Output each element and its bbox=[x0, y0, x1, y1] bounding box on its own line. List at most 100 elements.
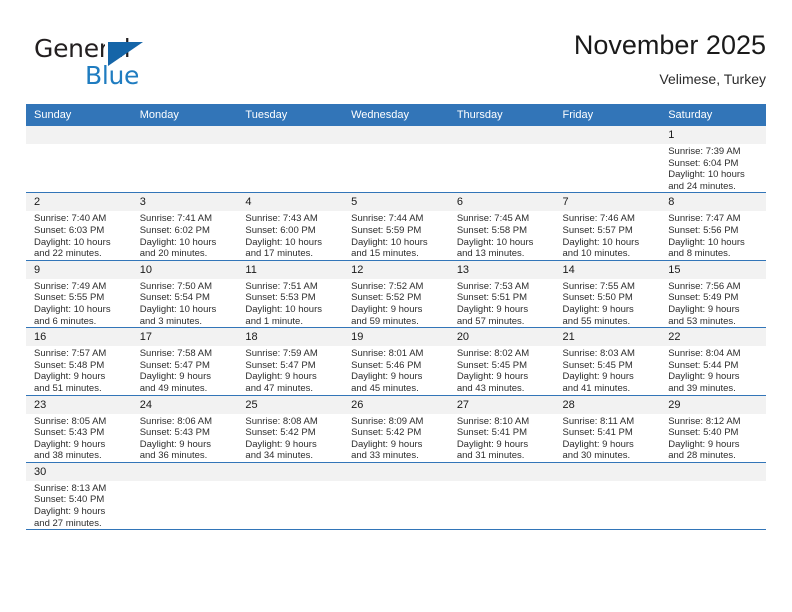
sunset-text: Sunset: 6:04 PM bbox=[668, 157, 739, 169]
day-info: Sunrise: 7:40 AM Sunset: 6:03 PM Daylight:… bbox=[26, 211, 132, 259]
day-number bbox=[660, 462, 766, 481]
day-info: Sunrise: 7:50 AM Sunset: 5:54 PM Daylight:… bbox=[132, 279, 238, 327]
calendar-cell-empty bbox=[660, 462, 766, 531]
sunrise-text: Sunrise: 7:40 AM bbox=[34, 213, 107, 225]
sunrise-text: Sunrise: 7:41 AM bbox=[139, 213, 213, 225]
day-number: 30 bbox=[26, 462, 132, 481]
daylight-text-line2: and 27 minutes. bbox=[34, 517, 102, 529]
sunrise-text: Sunrise: 7:52 AM bbox=[351, 280, 424, 292]
calendar-cell-empty bbox=[343, 126, 449, 194]
daylight-text-line1: Daylight: 10 hours bbox=[245, 303, 322, 315]
sunrise-text: Sunrise: 8:03 AM bbox=[562, 348, 635, 360]
daylight-text-line2: and 33 minutes. bbox=[351, 450, 419, 462]
calendar-day-cell[interactable]: 16 Sunrise: 7:57 AM Sunset: 5:48 PM Dayligh… bbox=[26, 327, 132, 396]
sunrise-text: Sunrise: 7:44 AM bbox=[351, 213, 424, 225]
calendar-day-cell[interactable]: 2 Sunrise: 7:40 AM Sunset: 6:03 PM Daylight… bbox=[26, 192, 132, 261]
calendar-week-row: 23 Sunrise: 8:05 AM Sunset: 5:43 PM Dayligh… bbox=[26, 395, 766, 463]
cell-inner: 11 Sunrise: 7:51 AM Sunset: 5:53 PM Dayligh… bbox=[237, 260, 344, 327]
brand-logo[interactable]: General Blue bbox=[26, 34, 266, 96]
calendar-day-cell[interactable]: 11 Sunrise: 7:51 AM Sunset: 5:53 PM Dayligh… bbox=[237, 260, 344, 329]
day-number: 19 bbox=[343, 328, 449, 347]
day-number: 27 bbox=[448, 395, 555, 414]
cell-inner bbox=[26, 126, 132, 192]
calendar-day-cell[interactable]: 9 Sunrise: 7:49 AM Sunset: 5:55 PM Daylight… bbox=[26, 260, 132, 329]
day-number: 1 bbox=[660, 126, 766, 144]
daylight-text-line1: Daylight: 10 hours bbox=[245, 236, 322, 248]
sunrise-text: Sunrise: 7:59 AM bbox=[245, 348, 318, 360]
day-info: Sunrise: 7:41 AM Sunset: 6:02 PM Daylight:… bbox=[132, 211, 238, 259]
day-number: 16 bbox=[26, 328, 132, 347]
day-number bbox=[448, 462, 555, 481]
day-info: Sunrise: 7:49 AM Sunset: 5:55 PM Daylight:… bbox=[26, 279, 132, 327]
calendar-day-cell[interactable]: 7 Sunrise: 7:46 AM Sunset: 5:57 PM Daylight… bbox=[554, 192, 661, 261]
daylight-text-line1: Daylight: 10 hours bbox=[351, 236, 428, 248]
calendar-day-cell[interactable]: 12 Sunrise: 7:52 AM Sunset: 5:52 PM Dayligh… bbox=[343, 260, 449, 329]
calendar-day-cell[interactable]: 5 Sunrise: 7:44 AM Sunset: 5:59 PM Daylight… bbox=[343, 192, 449, 261]
calendar-day-cell[interactable]: 1 Sunrise: 7:39 AM Sunset: 6:04 PM Daylight… bbox=[660, 126, 766, 194]
day-info: Sunrise: 8:06 AM Sunset: 5:43 PM Daylight:… bbox=[132, 414, 238, 462]
daylight-text-line1: Daylight: 9 hours bbox=[139, 371, 211, 383]
calendar-cell-empty bbox=[131, 126, 238, 194]
day-info: Sunrise: 8:04 AM Sunset: 5:44 PM Daylight:… bbox=[660, 346, 766, 394]
daylight-text-line2: and 34 minutes. bbox=[245, 450, 314, 462]
sunset-text: Sunset: 5:56 PM bbox=[668, 224, 739, 236]
sunrise-text: Sunrise: 8:06 AM bbox=[139, 415, 213, 427]
daylight-text-line2: and 36 minutes. bbox=[139, 450, 208, 462]
day-number bbox=[131, 126, 238, 144]
daylight-text-line2: and 10 minutes. bbox=[562, 248, 631, 260]
calendar-day-cell[interactable]: 21 Sunrise: 8:03 AM Sunset: 5:45 PM Dayligh… bbox=[554, 327, 661, 396]
calendar-day-cell[interactable]: 3 Sunrise: 7:41 AM Sunset: 6:02 PM Daylight… bbox=[131, 192, 238, 261]
calendar-day-cell[interactable]: 18 Sunrise: 7:59 AM Sunset: 5:47 PM Dayligh… bbox=[237, 327, 344, 396]
calendar-day-cell[interactable]: 30 Sunrise: 8:13 AM Sunset: 5:40 PM Dayligh… bbox=[26, 462, 132, 531]
sunrise-text: Sunrise: 8:09 AM bbox=[351, 415, 424, 427]
calendar-day-cell[interactable]: 14 Sunrise: 7:55 AM Sunset: 5:50 PM Dayligh… bbox=[554, 260, 661, 329]
calendar-day-cell[interactable]: 24 Sunrise: 8:06 AM Sunset: 5:43 PM Dayligh… bbox=[131, 395, 238, 463]
calendar-day-cell[interactable]: 22 Sunrise: 8:04 AM Sunset: 5:44 PM Dayligh… bbox=[660, 327, 766, 396]
calendar-week-row: 1 Sunrise: 7:39 AM Sunset: 6:04 PM Daylight… bbox=[26, 126, 766, 194]
daylight-text-line1: Daylight: 10 hours bbox=[668, 236, 745, 248]
calendar-day-cell[interactable]: 10 Sunrise: 7:50 AM Sunset: 5:54 PM Dayligh… bbox=[131, 260, 238, 329]
sunset-text: Sunset: 5:40 PM bbox=[34, 494, 105, 506]
day-number: 25 bbox=[237, 395, 344, 414]
cell-inner bbox=[554, 126, 661, 192]
sunrise-text: Sunrise: 7:51 AM bbox=[245, 280, 318, 292]
day-info: Sunrise: 8:05 AM Sunset: 5:43 PM Daylight:… bbox=[26, 414, 132, 462]
calendar-day-cell[interactable]: 23 Sunrise: 8:05 AM Sunset: 5:43 PM Dayligh… bbox=[26, 395, 132, 463]
calendar-day-cell[interactable]: 4 Sunrise: 7:43 AM Sunset: 6:00 PM Daylight… bbox=[237, 192, 344, 261]
calendar-day-cell[interactable]: 27 Sunrise: 8:10 AM Sunset: 5:41 PM Dayligh… bbox=[448, 395, 555, 463]
calendar-day-cell[interactable]: 13 Sunrise: 7:53 AM Sunset: 5:51 PM Dayligh… bbox=[448, 260, 555, 329]
day-number: 14 bbox=[554, 260, 661, 279]
sunset-text: Sunset: 5:46 PM bbox=[351, 359, 422, 371]
cell-inner: 30 Sunrise: 8:13 AM Sunset: 5:40 PM Dayligh… bbox=[26, 462, 132, 529]
calendar-day-cell[interactable]: 20 Sunrise: 8:02 AM Sunset: 5:45 PM Dayligh… bbox=[448, 327, 555, 396]
calendar-day-cell[interactable]: 15 Sunrise: 7:56 AM Sunset: 5:49 PM Dayligh… bbox=[660, 260, 766, 329]
cell-inner bbox=[131, 462, 238, 529]
calendar-day-cell[interactable]: 19 Sunrise: 8:01 AM Sunset: 5:46 PM Dayligh… bbox=[343, 327, 449, 396]
sunrise-text: Sunrise: 7:50 AM bbox=[139, 280, 213, 292]
weekday-header-wednesday: Wednesday bbox=[343, 104, 449, 126]
calendar-day-cell[interactable]: 26 Sunrise: 8:09 AM Sunset: 5:42 PM Dayligh… bbox=[343, 395, 449, 463]
daylight-text-line2: and 8 minutes. bbox=[668, 248, 731, 260]
cell-inner bbox=[343, 126, 449, 192]
day-info: Sunrise: 8:01 AM Sunset: 5:46 PM Daylight:… bbox=[343, 346, 449, 394]
daylight-text-line2: and 55 minutes. bbox=[562, 315, 631, 327]
sunrise-text: Sunrise: 8:02 AM bbox=[456, 348, 530, 360]
sunset-text: Sunset: 5:52 PM bbox=[351, 292, 422, 304]
calendar-day-cell[interactable]: 17 Sunrise: 7:58 AM Sunset: 5:47 PM Dayligh… bbox=[131, 327, 238, 396]
weekday-header-saturday: Saturday bbox=[660, 104, 766, 126]
cell-inner: 15 Sunrise: 7:56 AM Sunset: 5:49 PM Dayligh… bbox=[660, 260, 766, 327]
calendar-day-cell[interactable]: 29 Sunrise: 8:12 AM Sunset: 5:40 PM Dayligh… bbox=[660, 395, 766, 463]
calendar-day-cell[interactable]: 25 Sunrise: 8:08 AM Sunset: 5:42 PM Dayligh… bbox=[237, 395, 344, 463]
day-info: Sunrise: 7:55 AM Sunset: 5:50 PM Daylight:… bbox=[555, 279, 661, 327]
day-number: 12 bbox=[343, 260, 449, 279]
day-number: 3 bbox=[131, 193, 238, 212]
calendar-week-row: 2 Sunrise: 7:40 AM Sunset: 6:03 PM Daylight… bbox=[26, 192, 766, 261]
day-number: 29 bbox=[660, 395, 766, 414]
day-info: Sunrise: 7:59 AM Sunset: 5:47 PM Daylight:… bbox=[237, 346, 343, 394]
calendar-day-cell[interactable]: 8 Sunrise: 7:47 AM Sunset: 5:56 PM Daylight… bbox=[660, 192, 766, 261]
calendar-day-cell[interactable]: 6 Sunrise: 7:45 AM Sunset: 5:58 PM Daylight… bbox=[448, 192, 555, 261]
calendar-day-cell[interactable]: 28 Sunrise: 8:11 AM Sunset: 5:41 PM Dayligh… bbox=[554, 395, 661, 463]
daylight-text-line2: and 57 minutes. bbox=[456, 315, 525, 327]
daylight-text-line1: Daylight: 9 hours bbox=[351, 438, 423, 450]
calendar-cell-empty bbox=[131, 462, 238, 531]
